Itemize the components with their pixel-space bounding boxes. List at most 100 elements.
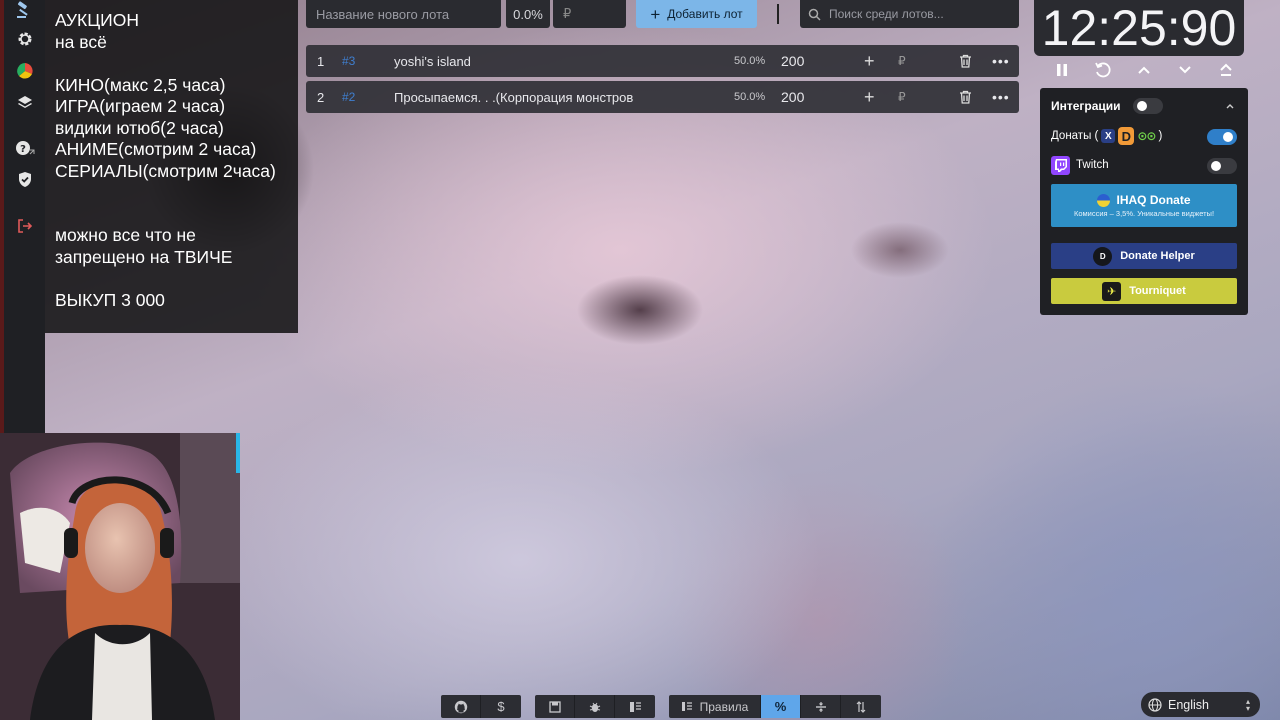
new-lot-amount-input[interactable]: ₽	[553, 0, 626, 28]
svg-text:?: ?	[20, 144, 26, 155]
chevron-up-icon[interactable]	[1225, 98, 1235, 116]
currency-symbol: ₽	[563, 6, 572, 21]
dollar-icon: $	[497, 699, 505, 714]
rules-line: запрещено на ТВИЧЕ	[55, 246, 233, 267]
save-button[interactable]	[535, 695, 575, 718]
rules-icon	[681, 702, 692, 711]
more-options-button[interactable]: •••	[992, 81, 1010, 113]
auction-timer: 12:25:90	[1034, 0, 1244, 56]
donate-helper-button[interactable]: D Donate Helper	[1051, 243, 1237, 269]
lot-title[interactable]: Просыпаемся. . .(Корпорация монстров	[394, 81, 633, 113]
rules-line: АУКЦИОН	[55, 10, 139, 30]
bug-icon	[589, 702, 600, 712]
help-icon[interactable]: ?	[14, 137, 35, 158]
save-icon	[548, 700, 561, 713]
reset-icon	[1095, 62, 1111, 78]
delete-lot-button[interactable]	[959, 45, 972, 77]
rules-line	[55, 182, 298, 204]
shield-icon[interactable]	[14, 169, 35, 190]
links-group: $	[441, 695, 521, 718]
sidebar: ?	[4, 0, 45, 433]
lot-number: 1	[317, 53, 325, 69]
rules-line: КИНО(макс 2,5 часа)	[55, 74, 226, 95]
twitch-label: Twitch	[1076, 159, 1109, 171]
github-button[interactable]	[441, 695, 481, 718]
search-placeholder: Поиск среди лотов...	[829, 7, 944, 21]
twitch-toggle[interactable]	[1207, 158, 1237, 174]
time-down-button[interactable]	[1172, 59, 1198, 81]
rules-line: АНИМЕ(смотрим 2 часа)	[55, 139, 257, 159]
sort-icon	[856, 700, 866, 713]
donations-toggle[interactable]	[1207, 129, 1237, 145]
chevron-down-icon	[1179, 66, 1191, 74]
twitch-row: Twitch	[1051, 155, 1109, 175]
percent-mode-button[interactable]: %	[761, 695, 801, 718]
donations-close-paren: )	[1158, 130, 1163, 142]
time-max-button[interactable]	[1213, 59, 1239, 81]
divide-icon	[815, 701, 826, 712]
search-icon	[808, 8, 821, 21]
rules-button[interactable]: Правила	[669, 695, 761, 718]
lot-currency[interactable]: ₽	[898, 81, 906, 113]
trash-icon	[960, 90, 971, 104]
rules-line	[55, 268, 298, 290]
toolbar-divider	[777, 4, 779, 24]
tourniquet-label: Tourniquet	[1129, 285, 1186, 297]
add-lot-button[interactable]: + Добавить лот	[636, 0, 757, 28]
integrations-title: Интеграции	[1051, 99, 1121, 113]
lot-currency[interactable]: ₽	[898, 45, 906, 77]
lot-percent: 50.0%	[734, 91, 766, 103]
layers-icon[interactable]	[14, 91, 35, 112]
pause-button[interactable]	[1049, 59, 1075, 81]
list-view-button[interactable]	[615, 695, 655, 718]
donationalerts-logo-icon: D	[1118, 127, 1135, 145]
donatepay-logo-icon: ⊙⊙	[1137, 129, 1156, 143]
wheel-icon[interactable]	[14, 60, 35, 81]
trash-icon	[960, 54, 971, 68]
list-icon	[629, 701, 641, 712]
lot-percent: 50.0%	[734, 55, 766, 67]
new-lot-percent: 0.0%	[506, 0, 550, 28]
rules-text-panel: АУКЦИОН на всё КИНО(макс 2,5 часа) ИГРА(…	[45, 0, 298, 333]
tools-group	[535, 695, 655, 718]
ihaq-subtitle: Комиссия – 3,5%. Уникальные виджеты!	[1073, 209, 1215, 218]
add-amount-button[interactable]: +	[864, 45, 875, 77]
donate-helper-logo-icon: D	[1093, 246, 1113, 266]
logout-icon[interactable]	[14, 215, 35, 236]
tourniquet-logo-icon: ✈	[1102, 281, 1122, 301]
add-lot-label: Добавить лот	[667, 7, 743, 21]
time-up-button[interactable]	[1131, 59, 1157, 81]
split-mode-button[interactable]	[801, 695, 841, 718]
donate-dollar-button[interactable]: $	[481, 695, 521, 718]
lot-title[interactable]: yoshi's island	[394, 45, 471, 77]
rules-line: СЕРИАЛЫ(смотрим 2часа)	[55, 160, 276, 181]
gavel-icon[interactable]	[14, 0, 35, 21]
tourniquet-button[interactable]: ✈ Tourniquet	[1051, 278, 1237, 304]
select-arrows-icon: ▴ ▾	[1245, 696, 1250, 713]
new-lot-name-input[interactable]: Название нового лота	[306, 0, 501, 28]
lot-amount[interactable]: 200	[781, 81, 804, 113]
rules-line: ВЫКУП 3 000	[55, 289, 165, 310]
sort-button[interactable]	[841, 695, 881, 718]
integrations-toggle[interactable]	[1133, 98, 1163, 114]
donate-helper-label: Donate Helper	[1120, 250, 1195, 262]
bug-report-button[interactable]	[575, 695, 615, 718]
new-lot-name-placeholder: Название нового лота	[316, 6, 450, 22]
donations-label: Донаты (	[1051, 130, 1099, 142]
new-lot-percent-value: 0.0%	[513, 6, 543, 22]
ihaq-donate-button[interactable]: IHAQ Donate Комиссия – 3,5%. Уникальные …	[1051, 184, 1237, 227]
add-amount-button[interactable]: +	[864, 81, 875, 113]
rules-line	[55, 204, 298, 226]
delete-lot-button[interactable]	[959, 81, 972, 113]
more-options-button[interactable]: •••	[992, 45, 1010, 77]
language-select[interactable]: English ▴ ▾	[1141, 692, 1260, 717]
gear-icon[interactable]	[14, 28, 35, 49]
search-input[interactable]: Поиск среди лотов...	[800, 0, 1019, 28]
ihaq-label: IHAQ Donate	[1116, 193, 1191, 207]
x-logo-icon: X	[1101, 129, 1116, 143]
reset-timer-button[interactable]	[1090, 59, 1116, 81]
plus-icon: +	[650, 4, 661, 24]
integrations-panel: Интеграции Донаты ( X D ⊙⊙ ) Twitch IHAQ…	[1040, 88, 1248, 315]
lot-amount[interactable]: 200	[781, 45, 804, 77]
double-chevron-up-icon	[1220, 63, 1232, 76]
